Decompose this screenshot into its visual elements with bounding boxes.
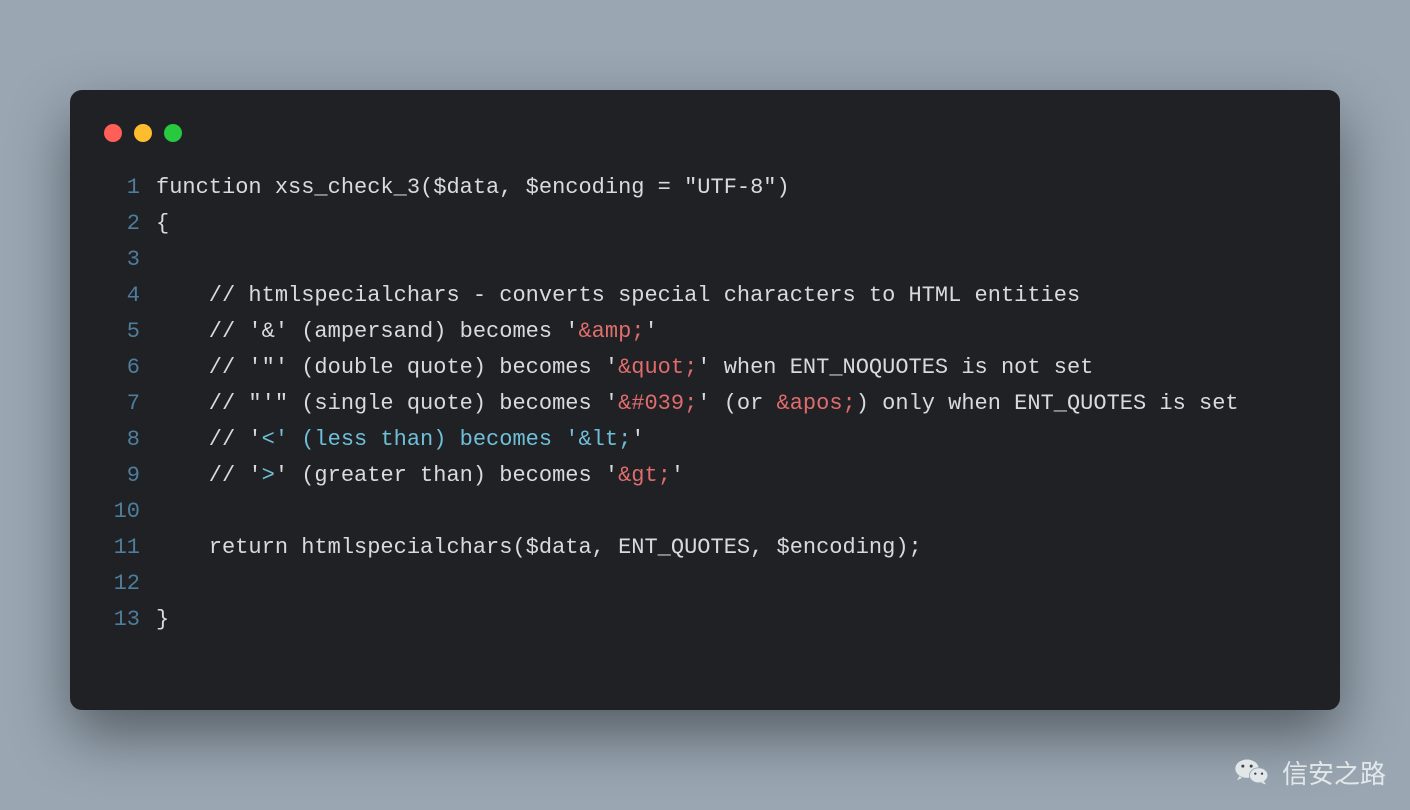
line-content	[156, 242, 1310, 278]
code-line: 6 // '"' (double quote) becomes '&quot;'…	[110, 350, 1310, 386]
line-content: // "'" (single quote) becomes '&#039;' (…	[156, 386, 1310, 422]
code-line: 1function xss_check_3($data, $encoding =…	[110, 170, 1310, 206]
line-content: // htmlspecialchars - converts special c…	[156, 278, 1310, 314]
code-line: 5 // '&' (ampersand) becomes '&amp;'	[110, 314, 1310, 350]
code-line: 4 // htmlspecialchars - converts special…	[110, 278, 1310, 314]
line-number: 10	[110, 494, 156, 530]
line-number: 1	[110, 170, 156, 206]
line-content: return htmlspecialchars($data, ENT_QUOTE…	[156, 530, 1310, 566]
line-content	[156, 494, 1310, 530]
code-line: 12	[110, 566, 1310, 602]
code-line: 13}	[110, 602, 1310, 638]
line-content: // '&' (ampersand) becomes '&amp;'	[156, 314, 1310, 350]
minimize-icon[interactable]	[134, 124, 152, 142]
watermark-label: 信安之路	[1282, 754, 1386, 791]
line-content: {	[156, 206, 1310, 242]
line-number: 5	[110, 314, 156, 350]
zoom-icon[interactable]	[164, 124, 182, 142]
code-line: 11 return htmlspecialchars($data, ENT_QU…	[110, 530, 1310, 566]
line-number: 13	[110, 602, 156, 638]
line-content: // '>' (greater than) becomes '&gt;'	[156, 458, 1310, 494]
code-line: 10	[110, 494, 1310, 530]
line-number: 3	[110, 242, 156, 278]
line-number: 8	[110, 422, 156, 458]
code-line: 7 // "'" (single quote) becomes '&#039;'…	[110, 386, 1310, 422]
code-line: 3	[110, 242, 1310, 278]
code-block: 1function xss_check_3($data, $encoding =…	[100, 170, 1310, 638]
line-content: function xss_check_3($data, $encoding = …	[156, 170, 1310, 206]
line-content: }	[156, 602, 1310, 638]
close-icon[interactable]	[104, 124, 122, 142]
wechat-icon	[1232, 752, 1272, 792]
line-number: 9	[110, 458, 156, 494]
line-number: 4	[110, 278, 156, 314]
watermark: 信安之路	[1232, 752, 1386, 792]
code-window: 1function xss_check_3($data, $encoding =…	[70, 90, 1340, 710]
line-number: 6	[110, 350, 156, 386]
line-number: 12	[110, 566, 156, 602]
window-titlebar	[100, 120, 1310, 170]
code-line: 2{	[110, 206, 1310, 242]
line-number: 2	[110, 206, 156, 242]
line-content	[156, 566, 1310, 602]
line-number: 7	[110, 386, 156, 422]
code-line: 8 // '<' (less than) becomes '&lt;'	[110, 422, 1310, 458]
line-number: 11	[110, 530, 156, 566]
code-line: 9 // '>' (greater than) becomes '&gt;'	[110, 458, 1310, 494]
line-content: // '<' (less than) becomes '&lt;'	[156, 422, 1310, 458]
line-content: // '"' (double quote) becomes '&quot;' w…	[156, 350, 1310, 386]
